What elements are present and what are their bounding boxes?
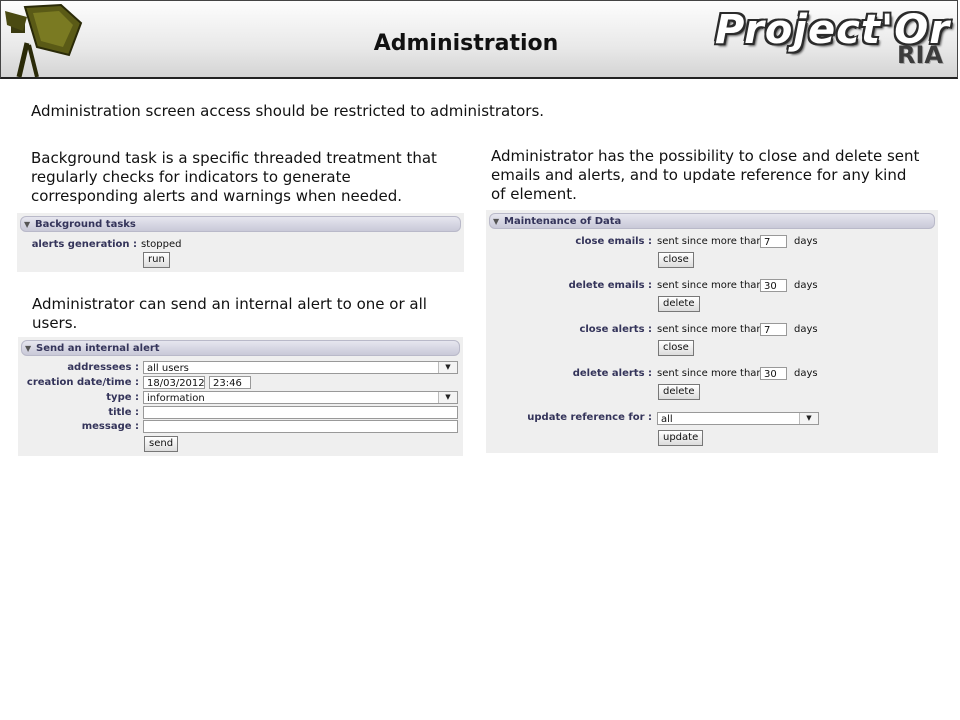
send-button[interactable]: send <box>144 436 179 452</box>
close-alerts-sent-since: sent since more than <box>657 324 763 335</box>
close-emails-days-unit: days <box>794 236 818 247</box>
type-select[interactable]: information ▼ <box>143 391 458 404</box>
close-emails-sent-since: sent since more than <box>657 236 763 247</box>
close-alerts-days-unit: days <box>794 324 818 335</box>
maintenance-header[interactable]: ▼ Maintenance of Data <box>489 213 935 229</box>
brand-logo: Project'Or RIA <box>715 7 949 73</box>
brand-suffix: RIA <box>897 41 943 69</box>
send-alert-title: Send an internal alert <box>36 343 160 354</box>
close-alerts-days-input[interactable]: 7 <box>760 323 787 336</box>
update-button[interactable]: update <box>658 430 704 446</box>
dropdown-arrow-icon[interactable]: ▼ <box>438 362 457 373</box>
delete-alerts-label: delete alerts : <box>572 368 652 379</box>
alert-description: Administrator can send an internal alert… <box>32 295 427 332</box>
dropdown-arrow-icon[interactable]: ▼ <box>799 413 818 424</box>
update-reference-value: all <box>661 414 673 425</box>
title-label: title : <box>108 407 139 418</box>
collapse-icon[interactable]: ▼ <box>24 217 30 233</box>
type-value: information <box>147 393 205 404</box>
type-label: type : <box>106 392 139 403</box>
maintenance-description: Administrator has the possibility to clo… <box>491 147 920 203</box>
send-alert-header[interactable]: ▼ Send an internal alert <box>21 340 460 356</box>
delete-emails-days-input[interactable]: 30 <box>760 279 787 292</box>
update-reference-select[interactable]: all ▼ <box>657 412 819 425</box>
addressees-label: addressees : <box>67 362 139 373</box>
background-tasks-header[interactable]: ▼ Background tasks <box>20 216 461 232</box>
delete-alerts-days-unit: days <box>794 368 818 379</box>
delete-alerts-days-input[interactable]: 30 <box>760 367 787 380</box>
close-alerts-button[interactable]: close <box>658 340 694 356</box>
header-bar: Administration Project'Or RIA <box>0 0 958 79</box>
update-reference-label: update reference for : <box>527 412 652 423</box>
alerts-generation-label: alerts generation : <box>31 239 137 250</box>
creation-datetime-label: creation date/time : <box>26 377 139 388</box>
send-alert-panel: ▼ Send an internal alert addressees : al… <box>18 337 463 456</box>
addressees-select[interactable]: all users ▼ <box>143 361 458 374</box>
close-emails-button[interactable]: close <box>658 252 694 268</box>
addressees-value: all users <box>147 363 189 374</box>
delete-emails-days-unit: days <box>794 280 818 291</box>
maintenance-title: Maintenance of Data <box>504 216 622 227</box>
delete-alerts-sent-since: sent since more than <box>657 368 763 379</box>
delete-alerts-button[interactable]: delete <box>658 384 700 400</box>
close-emails-label: close emails : <box>575 236 652 247</box>
message-input[interactable] <box>143 420 458 433</box>
creation-time-input[interactable]: 23:46 <box>209 376 251 389</box>
background-tasks-panel: ▼ Background tasks alerts generation : s… <box>17 213 464 272</box>
background-description: Background task is a specific threaded t… <box>31 149 437 205</box>
collapse-icon[interactable]: ▼ <box>493 214 499 230</box>
delete-emails-button[interactable]: delete <box>658 296 700 312</box>
dropdown-arrow-icon[interactable]: ▼ <box>438 392 457 403</box>
alerts-generation-status: stopped <box>141 239 182 250</box>
close-emails-days-input[interactable]: 7 <box>760 235 787 248</box>
creation-date-input[interactable]: 18/03/2012 <box>143 376 205 389</box>
run-button[interactable]: run <box>143 252 170 268</box>
delete-emails-label: delete emails : <box>568 280 652 291</box>
delete-emails-sent-since: sent since more than <box>657 280 763 291</box>
title-input[interactable] <box>143 406 458 419</box>
maintenance-panel: ▼ Maintenance of Data close emails : sen… <box>486 210 938 453</box>
intro-text: Administration screen access should be r… <box>31 102 545 120</box>
background-tasks-title: Background tasks <box>35 219 136 230</box>
close-alerts-label: close alerts : <box>579 324 652 335</box>
message-label: message : <box>81 421 139 432</box>
collapse-icon[interactable]: ▼ <box>25 341 31 357</box>
